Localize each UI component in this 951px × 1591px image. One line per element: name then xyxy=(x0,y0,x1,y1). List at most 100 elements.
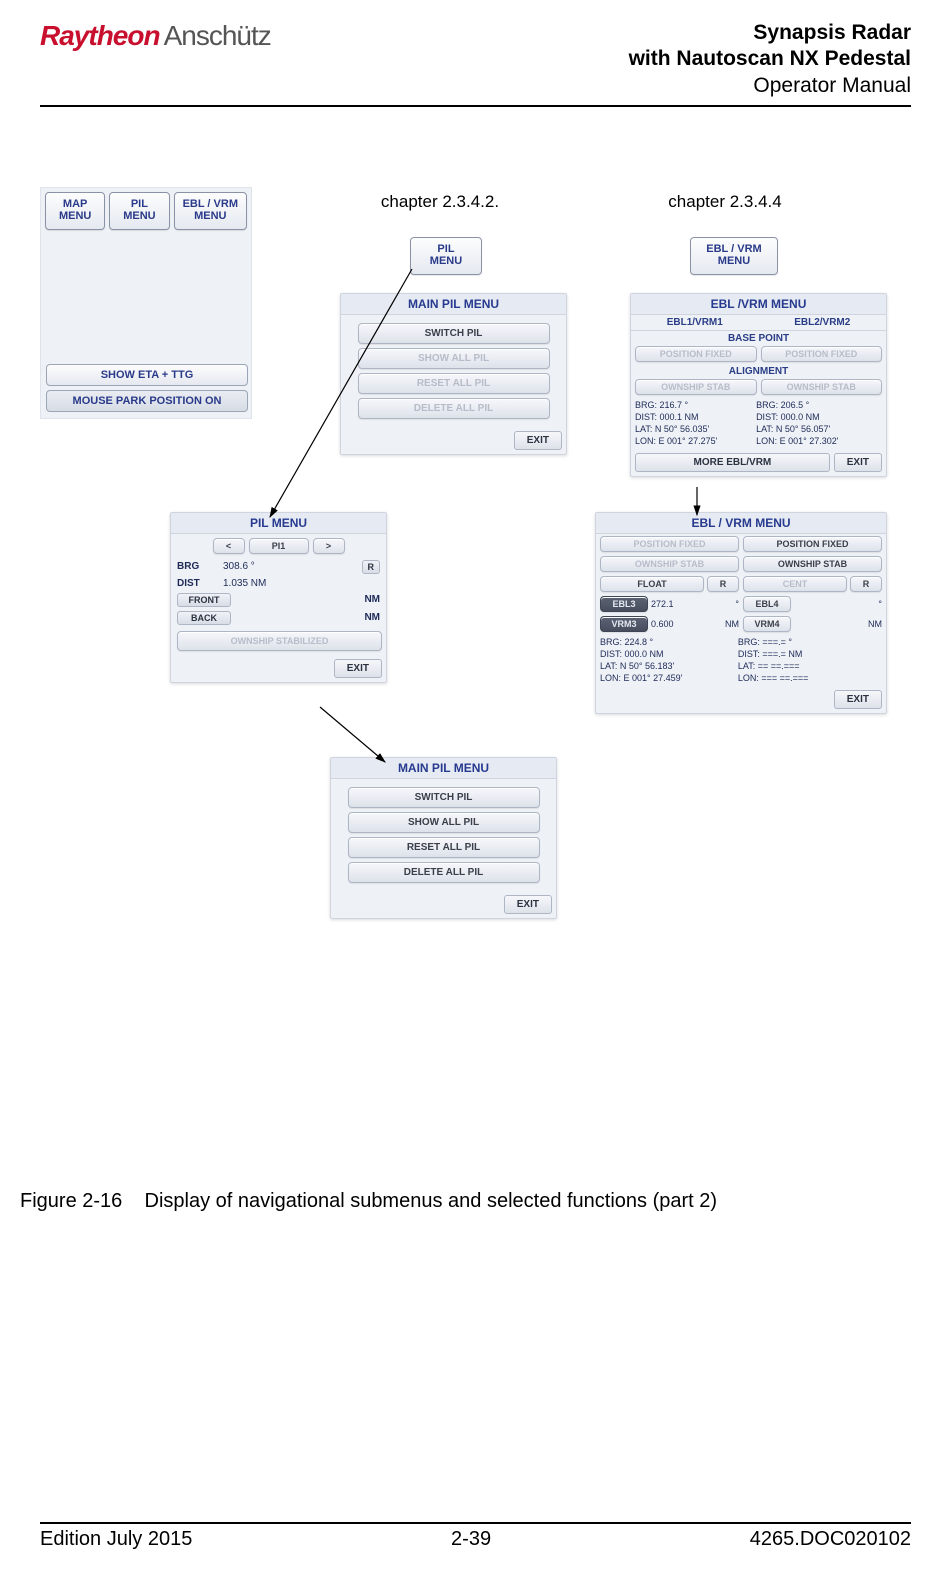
doc-title-2: with Nautoscan NX Pedestal xyxy=(629,46,911,72)
ebl-vrm2-exit[interactable]: EXIT xyxy=(834,690,882,709)
figure-number: Figure 2-16 xyxy=(20,1190,122,1212)
main-pil-menu-panel-1: MAIN PIL MENU SWITCH PIL SHOW ALL PIL RE… xyxy=(340,293,567,455)
reset-all-pil-button-2[interactable]: RESET ALL PIL xyxy=(348,837,540,858)
ebl3-lat: LAT: N 50° 56.183' xyxy=(600,660,735,672)
r-button-l[interactable]: R xyxy=(707,576,739,592)
pil-menu-title: PIL MENU xyxy=(171,513,386,534)
ebl-vrm-title: EBL /VRM MENU xyxy=(631,294,886,315)
vrm3-button[interactable]: VRM3 xyxy=(600,616,648,632)
ebl2-lon: LON: E 001° 27.302' xyxy=(756,435,875,447)
ebl1-lon: LON: E 001° 27.275' xyxy=(635,435,754,447)
ebl-vrm-more-panel: EBL / VRM MENU POSITION FIXEDPOSITION FI… xyxy=(595,512,887,715)
doc-title-1: Synapsis Radar xyxy=(629,20,911,46)
vrm4-button[interactable]: VRM4 xyxy=(743,616,791,632)
pil-item-label: PI1 xyxy=(249,538,309,554)
show-eta-ttg-button[interactable]: SHOW ETA + TTG xyxy=(46,364,248,386)
ebl3-dist: DIST: 000.0 NM xyxy=(600,648,735,660)
r-button-r[interactable]: R xyxy=(850,576,882,592)
vrm4-unit: NM xyxy=(868,619,882,629)
own-stab-en[interactable]: OWNSHIP STAB xyxy=(743,556,882,572)
switch-pil-button-1[interactable]: SWITCH PIL xyxy=(358,323,550,344)
ebl-vrm-menu-panel: EBL /VRM MENU EBL1/VRM1EBL2/VRM2 BASE PO… xyxy=(630,293,887,478)
page-header: Raytheon Anschütz Synapsis Radar with Na… xyxy=(40,20,911,107)
main-pil-exit-2[interactable]: EXIT xyxy=(504,895,552,914)
menu-bar-panel: MAP MENU PIL MENU EBL / VRM MENU SHOW ET… xyxy=(40,187,252,419)
show-all-pil-button-1[interactable]: SHOW ALL PIL xyxy=(358,348,550,369)
pil-front-button[interactable]: FRONT xyxy=(177,593,231,607)
ebl1-lat: LAT: N 50° 56.035' xyxy=(635,423,754,435)
ebl2-lat: LAT: N 50° 56.057' xyxy=(756,423,875,435)
own-stab-r[interactable]: OWNSHIP STAB xyxy=(761,379,883,395)
pil-brg-r[interactable]: R xyxy=(362,560,381,574)
own-stab-dis[interactable]: OWNSHIP STAB xyxy=(600,556,739,572)
pil-brg-value: 308.6 ° xyxy=(223,561,356,572)
ebl-vrm-standalone-button[interactable]: EBL / VRM MENU xyxy=(690,237,778,275)
base-point-label: BASE POINT xyxy=(631,331,886,344)
reset-all-pil-button-1[interactable]: RESET ALL PIL xyxy=(358,373,550,394)
main-pil-exit-1[interactable]: EXIT xyxy=(514,431,562,450)
ebl4-lon: LON: === ==.=== xyxy=(738,672,873,684)
pil-dist-label: DIST xyxy=(177,578,217,589)
main-pil-title-1: MAIN PIL MENU xyxy=(341,294,566,315)
figure-caption: Figure 2-16 Display of navigational subm… xyxy=(20,1190,717,1213)
pil-brg-label: BRG xyxy=(177,561,217,572)
ebl3-lon: LON: E 001° 27.459' xyxy=(600,672,735,684)
pil-back-unit: NM xyxy=(364,612,380,623)
delete-all-pil-button-1[interactable]: DELETE ALL PIL xyxy=(358,398,550,419)
ebl1-dist: DIST: 000.1 NM xyxy=(635,411,754,423)
pos-fixed-r[interactable]: POSITION FIXED xyxy=(761,346,883,362)
brand-anschutz: Anschütz xyxy=(164,20,271,52)
ebl-vrm-exit[interactable]: EXIT xyxy=(834,453,882,472)
delete-all-pil-button-2[interactable]: DELETE ALL PIL xyxy=(348,862,540,883)
ownship-stabilized-button[interactable]: OWNSHIP STABILIZED xyxy=(177,631,382,651)
footer-edition: Edition July 2015 xyxy=(40,1528,192,1551)
pil-front-unit: NM xyxy=(364,594,380,605)
footer-docid: 4265.DOC020102 xyxy=(750,1528,911,1551)
pil-menu-exit[interactable]: EXIT xyxy=(334,659,382,678)
ebl3-brg: BRG: 224.8 ° xyxy=(600,636,735,648)
ref-ebl-chapter: chapter 2.3.4.4 xyxy=(645,192,805,212)
doc-title-block: Synapsis Radar with Nautoscan NX Pedesta… xyxy=(629,20,911,99)
figure-text: Display of navigational submenus and sel… xyxy=(145,1190,718,1212)
ebl-vrm-menu-button[interactable]: EBL / VRM MENU xyxy=(174,192,247,230)
pil-back-button[interactable]: BACK xyxy=(177,611,231,625)
pos-fixed-l[interactable]: POSITION FIXED xyxy=(635,346,757,362)
brand-raytheon: Raytheon xyxy=(40,20,160,52)
footer-page: 2-39 xyxy=(451,1528,491,1551)
ebl3-button[interactable]: EBL3 xyxy=(600,596,648,612)
cent-button[interactable]: CENT xyxy=(743,576,847,592)
ebl4-dist: DIST: ===.= NM xyxy=(738,648,873,660)
alignment-label: ALIGNMENT xyxy=(631,364,886,377)
mouse-park-button[interactable]: MOUSE PARK POSITION ON xyxy=(46,390,248,412)
switch-pil-button-2[interactable]: SWITCH PIL xyxy=(348,787,540,808)
pil-menu-panel: PIL MENU < PI1 > BRG308.6 °R DIST1.035 N… xyxy=(170,512,387,683)
main-pil-title-2: MAIN PIL MENU xyxy=(331,758,556,779)
ebl1-tab[interactable]: EBL1/VRM1 xyxy=(631,315,759,330)
ebl3-unit: ° xyxy=(735,599,739,609)
brand-logo: Raytheon Anschütz xyxy=(40,20,271,52)
pil-next-button[interactable]: > xyxy=(313,538,345,554)
ebl2-brg: BRG: 206.5 ° xyxy=(756,399,875,411)
page-footer: Edition July 2015 2-39 4265.DOC020102 xyxy=(40,1522,911,1551)
vrm3-value: 0.600 xyxy=(651,619,674,629)
ref-pil-chapter: chapter 2.3.4.2. xyxy=(360,192,520,212)
ebl2-tab[interactable]: EBL2/VRM2 xyxy=(759,315,887,330)
own-stab-l[interactable]: OWNSHIP STAB xyxy=(635,379,757,395)
ebl4-brg: BRG: ===.= ° xyxy=(738,636,873,648)
show-all-pil-button-2[interactable]: SHOW ALL PIL xyxy=(348,812,540,833)
ebl4-button[interactable]: EBL4 xyxy=(743,596,791,612)
float-button[interactable]: FLOAT xyxy=(600,576,704,592)
pos-fixed-dis[interactable]: POSITION FIXED xyxy=(600,536,739,552)
ebl4-unit: ° xyxy=(878,599,882,609)
pil-menu-standalone-button[interactable]: PIL MENU xyxy=(410,237,482,275)
more-ebl-vrm-button[interactable]: MORE EBL/VRM xyxy=(635,453,830,472)
ebl2-dist: DIST: 000.0 NM xyxy=(756,411,875,423)
ebl-vrm2-title: EBL / VRM MENU xyxy=(596,513,886,534)
pil-menu-button[interactable]: PIL MENU xyxy=(109,192,169,230)
pos-fixed-en[interactable]: POSITION FIXED xyxy=(743,536,882,552)
figure-stage: chapter 2.3.4.2. chapter 2.3.4.4 MAP MEN… xyxy=(40,187,911,1087)
map-menu-button[interactable]: MAP MENU xyxy=(45,192,105,230)
doc-title-3: Operator Manual xyxy=(629,73,911,99)
pil-prev-button[interactable]: < xyxy=(213,538,245,554)
main-pil-menu-panel-2: MAIN PIL MENU SWITCH PIL SHOW ALL PIL RE… xyxy=(330,757,557,919)
